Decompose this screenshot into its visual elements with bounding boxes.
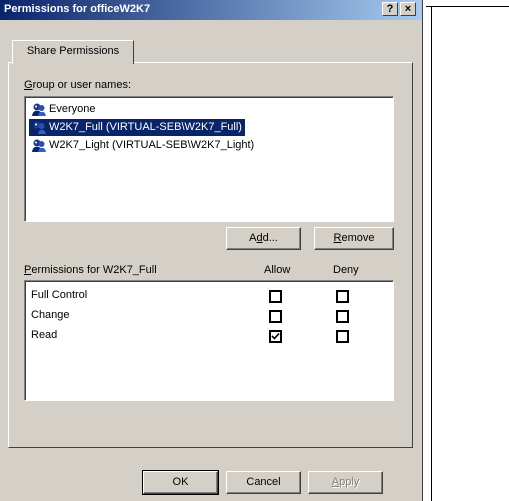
deny-checkbox[interactable] [336,290,349,303]
cancel-button[interactable]: Cancel [226,471,301,494]
permissions-dialog: Permissions for officeW2K7 ? × Share Per… [0,0,423,501]
ok-button[interactable]: OK [142,470,219,495]
user-list-item-label: W2K7_Light (VIRTUAL-SEB\W2K7_Light) [49,139,255,151]
allow-checkbox[interactable] [269,290,282,303]
user-group-icon [31,102,47,117]
allow-checkbox[interactable] [269,310,282,323]
close-icon: × [404,3,412,15]
window-title: Permissions for officeW2K7 [4,3,151,15]
allow-header: Allow [264,264,291,276]
add-button[interactable]: Add... [226,227,301,250]
apply-button[interactable]: Apply [308,471,383,494]
tab-share-permissions[interactable]: Share Permissions [12,40,134,64]
deny-checkbox[interactable] [336,310,349,323]
allow-checkbox[interactable] [269,330,282,343]
title-bar[interactable]: Permissions for officeW2K7 ? × [0,0,422,20]
remove-button[interactable]: Remove [314,227,394,250]
deny-checkbox[interactable] [336,330,349,343]
user-list-item[interactable]: W2K7_Full (VIRTUAL-SEB\W2K7_Full) [29,119,245,136]
tab-panel: Group or user names: Everyone W2K7_Full (… [8,62,413,448]
user-list-item-label: Everyone [49,103,96,115]
user-group-icon [31,138,47,153]
help-button[interactable]: ? [382,2,398,16]
user-list-item-label: W2K7_Full (VIRTUAL-SEB\W2K7_Full) [49,121,242,133]
permissions-label: Permissions for W2K7_Full [24,264,157,276]
permissions-list: Full Control Change Read [24,280,394,401]
background-rule-vertical [431,6,432,501]
group-user-list[interactable]: Everyone W2K7_Full (VIRTUAL-SEB\W2K7_Full… [24,96,394,222]
deny-header: Deny [333,264,359,276]
background-rule [426,6,509,7]
permission-name: Full Control [31,289,88,301]
user-list-item[interactable]: W2K7_Light (VIRTUAL-SEB\W2K7_Light) [29,137,257,154]
user-group-icon [31,120,47,135]
user-list-item[interactable]: Everyone [29,101,98,118]
group-list-label: Group or user names: [24,79,131,91]
tab-label: Share Permissions [26,45,120,57]
close-button[interactable]: × [400,2,416,16]
permission-name: Change [31,309,70,321]
permission-name: Read [31,329,58,341]
